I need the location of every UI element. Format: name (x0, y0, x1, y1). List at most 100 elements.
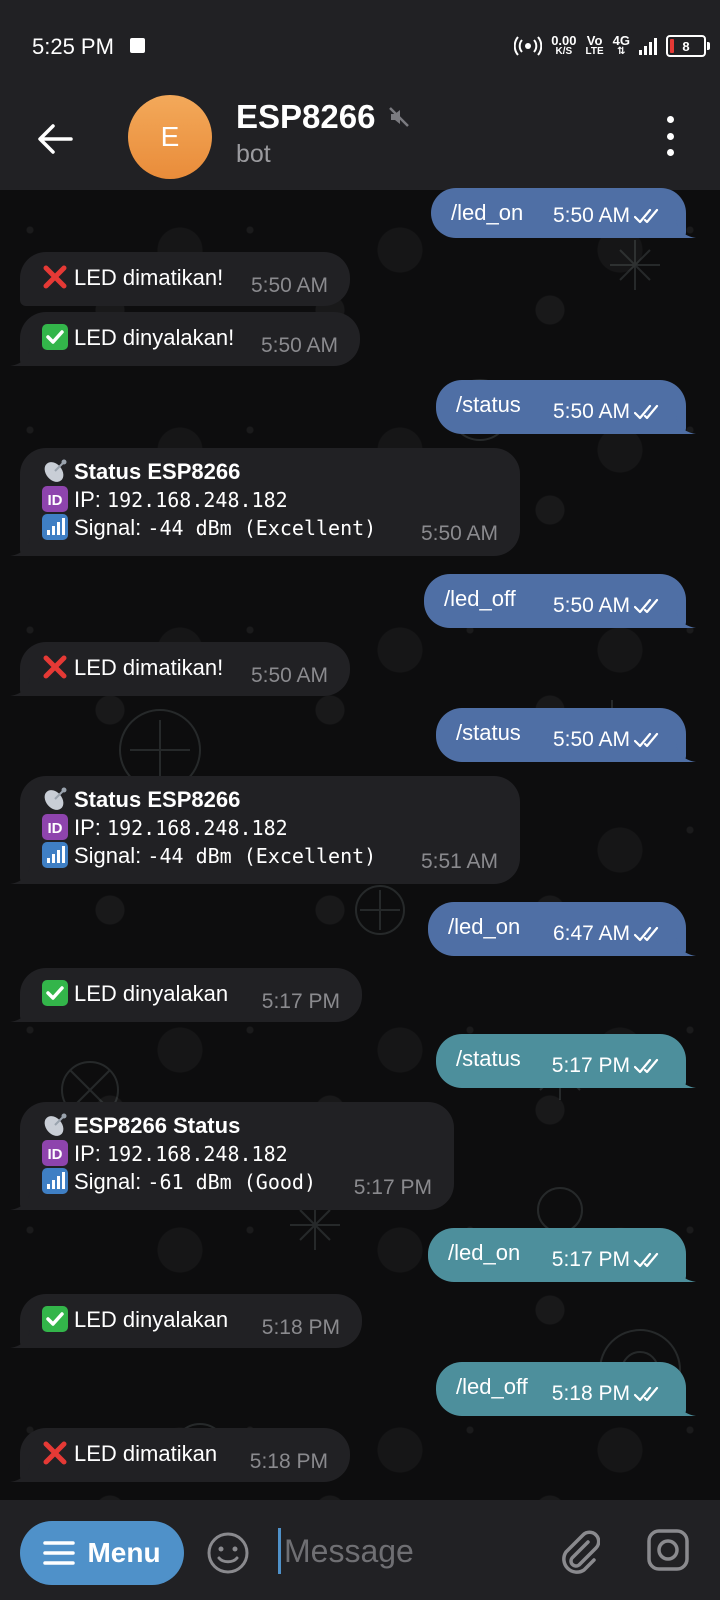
message-time: 5:50 AM (260, 334, 338, 357)
outgoing-message[interactable]: /led_on 5:50 AM (431, 188, 696, 238)
message-text: /status (456, 1046, 521, 1071)
message-text: LED dimatikan (74, 1441, 218, 1466)
cross-mark-icon (43, 265, 67, 289)
camera-icon[interactable] (646, 1528, 690, 1572)
incoming-message[interactable]: Status ESP8266 ID IP: 192.168.248.182 Signa… (10, 448, 520, 556)
avatar[interactable]: E (128, 95, 212, 179)
svg-text:ID: ID (48, 492, 63, 509)
read-ticks-icon (634, 598, 659, 614)
outgoing-message[interactable]: /status 5:50 AM (436, 380, 696, 434)
ip-label: IP: (74, 1141, 101, 1166)
outgoing-message[interactable]: /led_off 5:18 PM (436, 1362, 696, 1416)
message-time: 5:50 AM (552, 204, 630, 227)
volte-indicator: Vo LTE (585, 33, 604, 57)
signal-label: Signal: (74, 515, 142, 540)
outgoing-message[interactable]: /status 5:17 PM (436, 1034, 696, 1088)
status-title: Status ESP8266 (74, 787, 241, 812)
signal-label: Signal: (74, 843, 142, 868)
read-ticks-icon (634, 1386, 659, 1402)
message-text: /led_off (456, 1374, 528, 1399)
hamburger-icon (43, 1541, 76, 1565)
more-options-button[interactable] (660, 116, 680, 156)
emoji-icon[interactable] (206, 1531, 250, 1575)
bubble-tail (10, 1004, 30, 1022)
bubble-tail (676, 938, 696, 956)
signal-bars-icon (42, 514, 68, 540)
outgoing-message[interactable]: /led_off 5:50 AM (424, 574, 696, 628)
back-button[interactable] (30, 114, 80, 164)
bubble-tail (10, 1192, 30, 1210)
svg-text:ID: ID (48, 820, 63, 837)
read-ticks-icon (634, 1252, 659, 1268)
network-type: 4G ⇅ (612, 33, 630, 57)
bubble-tail (676, 220, 696, 238)
signal-value: -61 dBm (Good) (147, 1170, 316, 1194)
status-title: Status ESP8266 (74, 459, 241, 484)
outgoing-message[interactable]: /status 5:50 AM (436, 708, 696, 762)
id-icon: ID (42, 814, 68, 840)
attach-icon[interactable] (556, 1528, 600, 1574)
input-bar: Menu (0, 1500, 720, 1600)
incoming-message[interactable]: LED dimatikan! 5:50 AM (20, 252, 350, 306)
outgoing-message[interactable]: /led_on 6:47 AM (428, 902, 696, 956)
signal-bars-icon (42, 1168, 68, 1194)
message-time: 5:50 AM (420, 522, 498, 545)
signal-bars-icon (42, 842, 68, 868)
outgoing-message[interactable]: /led_on 5:17 PM (428, 1228, 696, 1282)
mute-icon (389, 107, 409, 127)
signal-strength-icon (639, 38, 657, 55)
message-time: 5:17 PM (551, 1054, 630, 1077)
notification-icon (130, 38, 145, 53)
ip-value: 192.168.248.182 (107, 488, 288, 512)
signal-label: Signal: (74, 1169, 142, 1194)
cross-mark-icon (43, 655, 67, 679)
menu-button[interactable]: Menu (20, 1521, 184, 1585)
bubble-tail (10, 866, 30, 884)
message-text: /status (456, 392, 521, 417)
read-ticks-icon (634, 732, 659, 748)
message-text: /led_on (448, 914, 521, 939)
signal-value: -44 dBm (Excellent) (147, 516, 377, 540)
bubble-tail (676, 744, 696, 762)
message-text: /led_on (451, 200, 524, 225)
status-bar: 5:25 PM 0.00 K/S Vo LTE 4G ⇅ 8 (0, 0, 720, 90)
check-mark-icon (42, 324, 68, 350)
chat-title[interactable]: ESP8266 (236, 98, 375, 136)
incoming-message[interactable]: LED dinyalakan 5:17 PM (10, 968, 362, 1022)
message-text: LED dimatikan! (74, 265, 224, 290)
chat-header: E ESP8266 bot (0, 90, 720, 190)
incoming-message[interactable]: Status ESP8266 ID IP: 192.168.248.182 Signa… (10, 776, 520, 884)
battery-icon: 8 (666, 35, 710, 57)
bubble-tail (10, 538, 30, 556)
incoming-message[interactable]: LED dinyalakan! 5:50 AM (10, 312, 360, 366)
message-text: LED dinyalakan! (74, 325, 235, 350)
incoming-message[interactable]: ESP8266 Status ID IP: 192.168.248.182 Signa… (10, 1102, 454, 1210)
satellite-icon (44, 459, 67, 482)
read-ticks-icon (634, 208, 659, 224)
status-time: 5:25 PM (32, 34, 114, 59)
status-title: ESP8266 Status (74, 1113, 241, 1138)
incoming-message[interactable]: LED dimatikan! 5:50 AM (10, 642, 350, 696)
bubble-tail (676, 1264, 696, 1282)
message-time: 5:18 PM (551, 1382, 630, 1405)
incoming-message[interactable]: LED dinyalakan 5:18 PM (10, 1294, 362, 1348)
bubble-tail (676, 610, 696, 628)
message-time: 5:18 PM (261, 1316, 340, 1339)
bubble-tail (10, 1330, 30, 1348)
cross-mark-icon (43, 1441, 67, 1465)
message-text: /led_off (444, 586, 516, 611)
bubble-tail (676, 1070, 696, 1088)
status-icons: 0.00 K/S Vo LTE 4G ⇅ 8 (514, 30, 710, 62)
signal-value: -44 dBm (Excellent) (147, 844, 377, 868)
message-text: LED dinyalakan (74, 981, 229, 1006)
ip-value: 192.168.248.182 (107, 1142, 288, 1166)
bubble-tail (676, 416, 696, 434)
check-mark-icon (42, 1306, 68, 1332)
message-input[interactable] (282, 1522, 536, 1580)
incoming-message[interactable]: LED dimatikan 5:18 PM (10, 1428, 350, 1482)
id-icon: ID (42, 1140, 68, 1166)
hotspot-icon (514, 36, 543, 56)
message-text: LED dinyalakan (74, 1307, 229, 1332)
message-time: 5:17 PM (261, 990, 340, 1013)
ip-value: 192.168.248.182 (107, 816, 288, 840)
